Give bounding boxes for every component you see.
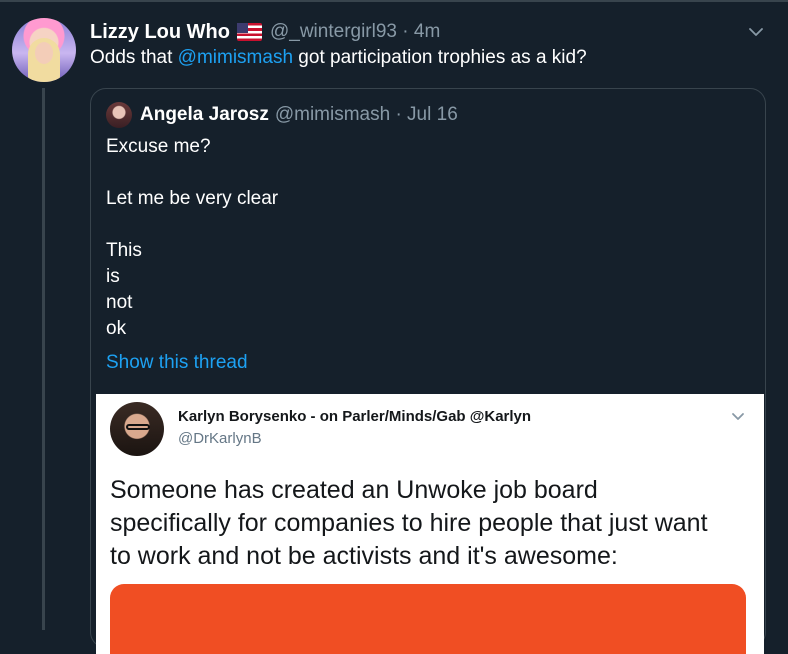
quoted-author-name[interactable]: Angela Jarosz bbox=[140, 104, 269, 126]
author-name[interactable]: Lizzy Lou Who bbox=[90, 21, 230, 44]
quoted-avatar[interactable] bbox=[106, 102, 132, 128]
tweet-header: Lizzy Lou Who @_wintergirl93 · 4m bbox=[90, 20, 440, 44]
avatar-face bbox=[35, 42, 53, 64]
embedded-tweet-screenshot: Karlyn Borysenko - on Parler/Minds/Gab @… bbox=[96, 394, 764, 654]
chevron-down-icon bbox=[732, 413, 744, 420]
embedded-text-line: Someone has created an Unwoke job board bbox=[110, 476, 598, 504]
quoted-line: not bbox=[106, 292, 133, 313]
embedded-author-name: Karlyn Borysenko - on Parler/Minds/Gab @… bbox=[178, 408, 532, 425]
embedded-image bbox=[110, 584, 746, 654]
mention-link[interactable]: @mimismash bbox=[178, 47, 293, 68]
embedded-author-handle: @DrKarlynB bbox=[178, 430, 262, 447]
quoted-line: Let me be very clear bbox=[106, 188, 279, 209]
quoted-author-handle[interactable]: @mimismash · Jul 16 bbox=[275, 104, 458, 126]
tweet-text: Odds that @mimismash got participation t… bbox=[90, 47, 587, 69]
quoted-line: is bbox=[106, 266, 120, 287]
tweet-text-before: Odds that bbox=[90, 47, 178, 68]
top-divider bbox=[0, 0, 788, 2]
embedded-text-line: specifically for companies to hire peopl… bbox=[110, 509, 708, 537]
show-thread-link[interactable]: Show this thread bbox=[106, 352, 248, 374]
us-flag-icon bbox=[236, 23, 262, 41]
avatar[interactable] bbox=[12, 18, 76, 82]
tweet-text-after: got participation trophies as a kid? bbox=[293, 47, 587, 68]
author-handle[interactable]: @_wintergirl93 · 4m bbox=[270, 21, 440, 43]
quoted-line: Excuse me? bbox=[106, 136, 211, 157]
quoted-line: ok bbox=[106, 318, 127, 339]
quoted-tweet-header: Angela Jarosz @mimismash · Jul 16 bbox=[106, 102, 458, 128]
embedded-avatar bbox=[110, 402, 164, 456]
quoted-line: This bbox=[106, 240, 142, 261]
thread-connector-line bbox=[42, 88, 45, 630]
avatar-glasses bbox=[126, 424, 150, 430]
embedded-text-line: to work and not be activists and it's aw… bbox=[110, 542, 618, 570]
chevron-down-icon[interactable] bbox=[748, 24, 764, 40]
